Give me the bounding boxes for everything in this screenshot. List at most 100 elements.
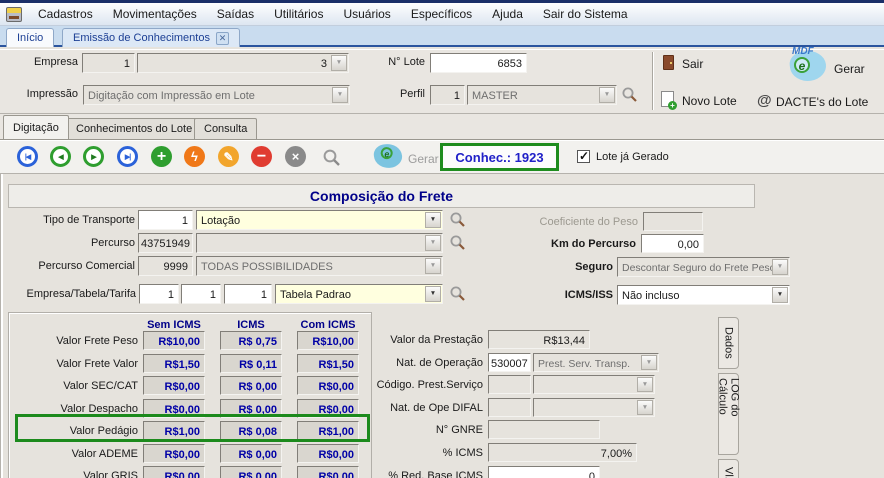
tab-consulta[interactable]: Consulta [194, 118, 258, 139]
tipo-transporte-label: Tipo de Transporte [43, 214, 135, 226]
dropdown-arrow-icon: ▼ [425, 258, 441, 274]
dropdown-arrow-icon[interactable]: ▼ [425, 286, 441, 302]
nat-ope-difal-label: Nat. de Ope DIFAL [390, 402, 483, 414]
lightning-icon[interactable]: ϟ [184, 146, 205, 167]
page-title: Composição do Frete [8, 184, 755, 208]
dropdown-arrow-icon[interactable]: ▼ [425, 212, 441, 228]
percurso-label: Percurso [90, 237, 135, 249]
cell-icms: R$ 0,75 [220, 331, 282, 350]
icms-iss-label: ICMS/ISS [564, 289, 613, 301]
side-tab-log-do-calculo[interactable]: LOG do Cálculo [717, 373, 741, 455]
tab-close-icon[interactable]: ✕ [215, 31, 229, 45]
ett-tabela-field[interactable]: 1 [181, 284, 221, 304]
valor-prestacao-field: R$13,44 [488, 330, 590, 349]
dropdown-arrow-icon: ▼ [331, 55, 347, 71]
lote-ja-gerado-checkbox[interactable] [577, 149, 590, 163]
door-exit-icon [663, 55, 674, 70]
search-icon[interactable] [322, 148, 340, 166]
row-label: Valor GRIS [83, 470, 138, 478]
perfil-label: Perfil [399, 88, 425, 100]
dropdown-arrow-icon: ▼ [641, 355, 657, 370]
remove-icon[interactable]: − [251, 146, 272, 167]
nat-operacao-code-field[interactable]: 530007 [488, 353, 531, 372]
cell-icms: R$ 0,00 [220, 399, 282, 418]
seguro-combo: Descontar Seguro do Frete Peso ▼ [617, 257, 790, 277]
menu-especificos[interactable]: Específicos [401, 4, 482, 24]
cell-com-icms: R$1,50 [297, 354, 359, 373]
next-record-icon[interactable]: ▶ [83, 146, 104, 167]
conhecimento-number-badge: Conhec.: 1923 [440, 143, 559, 171]
ett-empresa-field[interactable]: 1 [139, 284, 179, 304]
row-label: Valor SEC/CAT [63, 380, 138, 392]
km-percurso-field[interactable]: 0,00 [641, 234, 704, 253]
menu-ajuda[interactable]: Ajuda [482, 4, 533, 24]
prev-record-icon[interactable]: ◀ [50, 146, 71, 167]
pct-red-base-icms-field[interactable]: 0 [488, 466, 600, 478]
dropdown-arrow-icon: ▼ [772, 259, 788, 275]
tab-emissao-label: Emissão de Conhecimentos [73, 32, 210, 44]
sair-button-label[interactable]: Sair [682, 57, 703, 71]
cell-icms: R$ 0,00 [220, 444, 282, 463]
col-header-com-icms: Com ICMS [300, 319, 356, 331]
mdfe-logo-text: MDF [792, 46, 814, 57]
empresa-combo: 3 ▼ [137, 53, 349, 73]
dropdown-arrow-icon: ▼ [637, 377, 653, 392]
cell-sem-icms: R$0,00 [143, 444, 205, 463]
add-icon[interactable]: + [151, 146, 172, 167]
edit-pencil-icon[interactable]: ✎ [218, 146, 239, 167]
menu-bar: Cadastros Movimentações Saídas Utilitári… [0, 3, 884, 26]
tab-conhecimentos-do-lote[interactable]: Conhecimentos do Lote [66, 118, 203, 139]
dacte-label[interactable]: DACTE's do Lote [776, 95, 868, 109]
header-separator [652, 52, 654, 110]
n-gnre-field [488, 420, 600, 439]
nat-ope-difal-combo: ▼ [533, 398, 655, 417]
toolbar-gerar-label: Gerar [408, 152, 439, 166]
cell-com-icms: R$0,00 [297, 466, 359, 478]
dropdown-arrow-icon: ▼ [637, 400, 653, 415]
cell-sem-icms: R$0,00 [143, 399, 205, 418]
tabela-combo[interactable]: Tabela Padrao ▼ [275, 284, 443, 304]
cell-sem-icms: R$10,00 [143, 331, 205, 350]
tipo-transporte-code-field[interactable]: 1 [138, 210, 193, 230]
menu-movimentacoes[interactable]: Movimentações [103, 4, 207, 24]
icms-iss-combo[interactable]: Não incluso ▼ [617, 285, 790, 305]
cancel-icon[interactable]: × [285, 146, 306, 167]
cell-sem-icms: R$0,00 [143, 466, 205, 478]
n-lote-field[interactable]: 6853 [430, 53, 527, 73]
mdfe-gerar-label[interactable]: Gerar [834, 62, 865, 76]
menu-utilitarios[interactable]: Utilitários [264, 4, 333, 24]
menu-usuarios[interactable]: Usuários [333, 4, 400, 24]
side-tab-vl-c[interactable]: Vl. C [718, 459, 739, 478]
first-record-icon[interactable]: |◀ [17, 146, 38, 167]
pct-icms-label: % ICMS [442, 447, 483, 459]
tab-emissao-de-conhecimentos[interactable]: Emissão de Conhecimentos ✕ [62, 28, 240, 47]
menu-saidas[interactable]: Saídas [207, 4, 264, 24]
row-label: Valor Despacho [60, 403, 138, 415]
menu-cadastros[interactable]: Cadastros [28, 4, 103, 24]
dropdown-arrow-icon: ▼ [425, 235, 441, 251]
perfil-search-icon[interactable] [621, 86, 638, 103]
tab-inicio[interactable]: Início [6, 28, 55, 47]
tipo-transporte-combo[interactable]: Lotação ▼ [196, 210, 443, 230]
cell-icms: R$ 0,11 [220, 354, 282, 373]
side-tab-dados[interactable]: Dados [718, 317, 739, 369]
mdfe-logo-e: e [794, 57, 810, 73]
percurso-combo: ▼ [196, 233, 443, 253]
ett-tarifa-field[interactable]: 1 [224, 284, 272, 304]
percurso-search-icon[interactable] [449, 234, 466, 251]
perfil-combo: MASTER ▼ [467, 85, 617, 105]
col-header-icms: ICMS [237, 319, 265, 331]
tabela-search-icon[interactable] [449, 285, 466, 302]
dropdown-arrow-icon[interactable]: ▼ [772, 287, 788, 303]
cell-sem-icms: R$1,00 [143, 421, 205, 440]
empresa-code-field: 1 [82, 53, 135, 73]
novo-lote-label[interactable]: Novo Lote [682, 94, 737, 108]
tab-digitacao[interactable]: Digitação [3, 115, 69, 139]
tipo-transporte-search-icon[interactable] [449, 211, 466, 228]
percurso-comercial-code-field: 9999 [138, 256, 193, 276]
last-record-icon[interactable]: ▶| [117, 146, 138, 167]
codigo-prest-servico-label: Código. Prest.Serviço [376, 379, 483, 391]
cell-sem-icms: R$0,00 [143, 376, 205, 395]
impressao-combo-text: Digitação com Impressão em Lote [88, 90, 255, 102]
menu-sair-do-sistema[interactable]: Sair do Sistema [533, 4, 638, 24]
